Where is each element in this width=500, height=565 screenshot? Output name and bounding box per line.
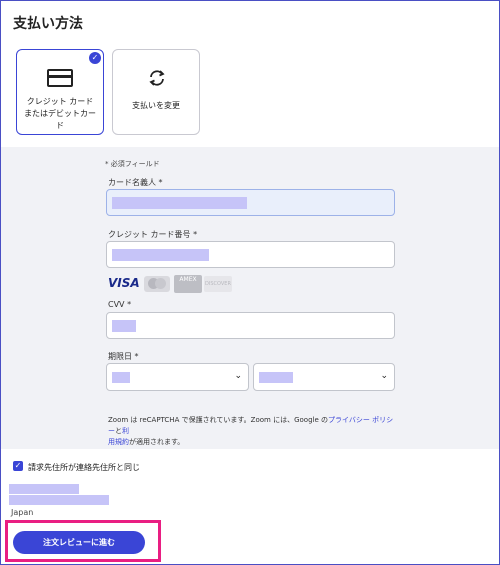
mastercard-logo bbox=[144, 276, 170, 292]
method-credit-card-label: クレジット カード またはデビットカー ド bbox=[24, 97, 96, 130]
selected-check-icon: ✓ bbox=[89, 52, 101, 64]
redacted-value bbox=[112, 320, 136, 332]
refresh-icon bbox=[149, 70, 165, 86]
billing-same-checkbox[interactable]: ✓ bbox=[13, 461, 23, 471]
redacted-address-line bbox=[9, 484, 79, 494]
redacted-value bbox=[112, 249, 209, 261]
page-title: 支払い方法 bbox=[13, 16, 83, 32]
chevron-down-icon: ⌄ bbox=[234, 371, 242, 381]
card-form-panel: * 必須フィールド カード名義人 * クレジット カード番号 * VISA AM… bbox=[1, 147, 499, 449]
discover-logo: DISCOVER bbox=[204, 276, 232, 292]
cardholder-input[interactable] bbox=[106, 189, 395, 216]
chevron-down-icon: ⌄ bbox=[380, 371, 388, 381]
recaptcha-notice: Zoom は reCAPTCHA で保護されています。Zoom には、Googl… bbox=[108, 416, 394, 446]
cvv-label: CVV * bbox=[108, 300, 132, 309]
amex-logo: AMEX bbox=[174, 275, 202, 293]
terms-link-part1[interactable]: 利 bbox=[122, 427, 129, 435]
country-text: Japan bbox=[11, 508, 34, 517]
proceed-to-review-button[interactable]: 注文レビューに進む bbox=[13, 531, 145, 554]
cvv-input[interactable] bbox=[106, 312, 395, 339]
expiry-label: 期限日 * bbox=[108, 352, 139, 361]
method-credit-card[interactable]: ✓ クレジット カード またはデビットカー ド bbox=[16, 49, 104, 135]
cardholder-label: カード名義人 * bbox=[108, 178, 163, 187]
expiry-year-select[interactable]: ⌄ bbox=[253, 363, 395, 391]
required-note: * 必須フィールド bbox=[105, 160, 160, 168]
redacted-value bbox=[112, 197, 247, 209]
redacted-value bbox=[259, 372, 293, 383]
card-number-input[interactable] bbox=[106, 241, 395, 268]
payment-window: 支払い方法 ✓ クレジット カード またはデビットカー ド 支払いを変更 * 必… bbox=[0, 0, 500, 565]
redacted-value bbox=[112, 372, 130, 383]
billing-same-label: 請求先住所が連絡先住所と同じ bbox=[28, 463, 140, 472]
redacted-address-line bbox=[9, 495, 109, 505]
method-change-payment-label: 支払いを変更 bbox=[132, 101, 180, 110]
expiry-month-select[interactable]: ⌄ bbox=[106, 363, 249, 391]
card-number-label: クレジット カード番号 * bbox=[108, 230, 198, 239]
credit-card-icon bbox=[47, 69, 73, 87]
terms-link-part2[interactable]: 用規約 bbox=[108, 438, 129, 446]
method-change-payment[interactable]: 支払いを変更 bbox=[112, 49, 200, 135]
visa-logo: VISA bbox=[108, 276, 140, 290]
